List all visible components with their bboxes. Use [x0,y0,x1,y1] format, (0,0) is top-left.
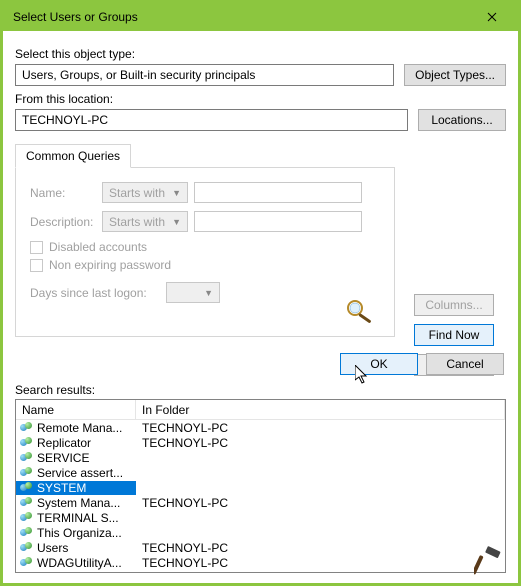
locations-button[interactable]: Locations... [418,109,506,131]
cancel-button[interactable]: Cancel [426,353,504,375]
name-label: Name: [30,186,96,200]
days-since-logon-label: Days since last logon: [30,286,160,300]
name-mode-select: Starts with ▼ [102,182,188,203]
checkbox-icon [30,259,43,272]
object-type-label: Select this object type: [15,47,506,61]
description-input [194,211,362,232]
description-label: Description: [30,215,96,229]
checkbox-icon [30,241,43,254]
column-header-folder[interactable]: In Folder [136,400,505,419]
group-icon [20,422,34,434]
days-select: ▼ [166,282,220,303]
search-results-label: Search results: [15,383,506,397]
window-title: Select Users or Groups [13,10,138,24]
close-icon [487,12,497,22]
table-row[interactable]: System Mana...TECHNOYL-PC [16,495,505,510]
find-now-button[interactable]: Find Now [414,324,494,346]
table-row[interactable]: Remote Mana...TECHNOYL-PC [16,420,505,435]
object-type-field[interactable] [15,64,394,86]
table-row[interactable]: This Organiza... [16,525,505,540]
magnify-icon [346,299,376,326]
results-listview[interactable]: Name In Folder Remote Mana...TECHNOYL-PC… [15,399,506,573]
description-mode-select: Starts with ▼ [102,211,188,232]
group-icon [20,437,34,449]
group-icon [20,527,34,539]
column-header-name[interactable]: Name [16,400,136,419]
table-row[interactable]: ReplicatorTECHNOYL-PC [16,435,505,450]
group-icon [20,467,34,479]
table-row[interactable]: TERMINAL S... [16,510,505,525]
group-icon [20,542,34,554]
location-label: From this location: [15,92,506,106]
group-icon [20,497,34,509]
group-icon [20,452,34,464]
chevron-down-icon: ▼ [172,188,181,198]
ok-button[interactable]: OK [340,353,418,375]
group-icon [20,482,34,494]
tab-common-queries[interactable]: Common Queries [15,144,131,168]
table-row[interactable]: WDAGUtilityA...TECHNOYL-PC [16,555,505,570]
group-icon [20,512,34,524]
table-row[interactable]: SYSTEM [16,480,505,495]
table-row[interactable]: UsersTECHNOYL-PC [16,540,505,555]
disabled-accounts-checkbox: Disabled accounts [30,240,380,254]
location-field[interactable] [15,109,408,131]
table-row[interactable]: SERVICE [16,450,505,465]
object-types-button[interactable]: Object Types... [404,64,506,86]
close-button[interactable] [472,5,512,29]
name-input [194,182,362,203]
group-icon [20,557,34,569]
table-row[interactable]: Service assert... [16,465,505,480]
columns-button: Columns... [414,294,494,316]
chevron-down-icon: ▼ [172,217,181,227]
non-expiring-checkbox: Non expiring password [30,258,380,272]
chevron-down-icon: ▼ [204,288,213,298]
